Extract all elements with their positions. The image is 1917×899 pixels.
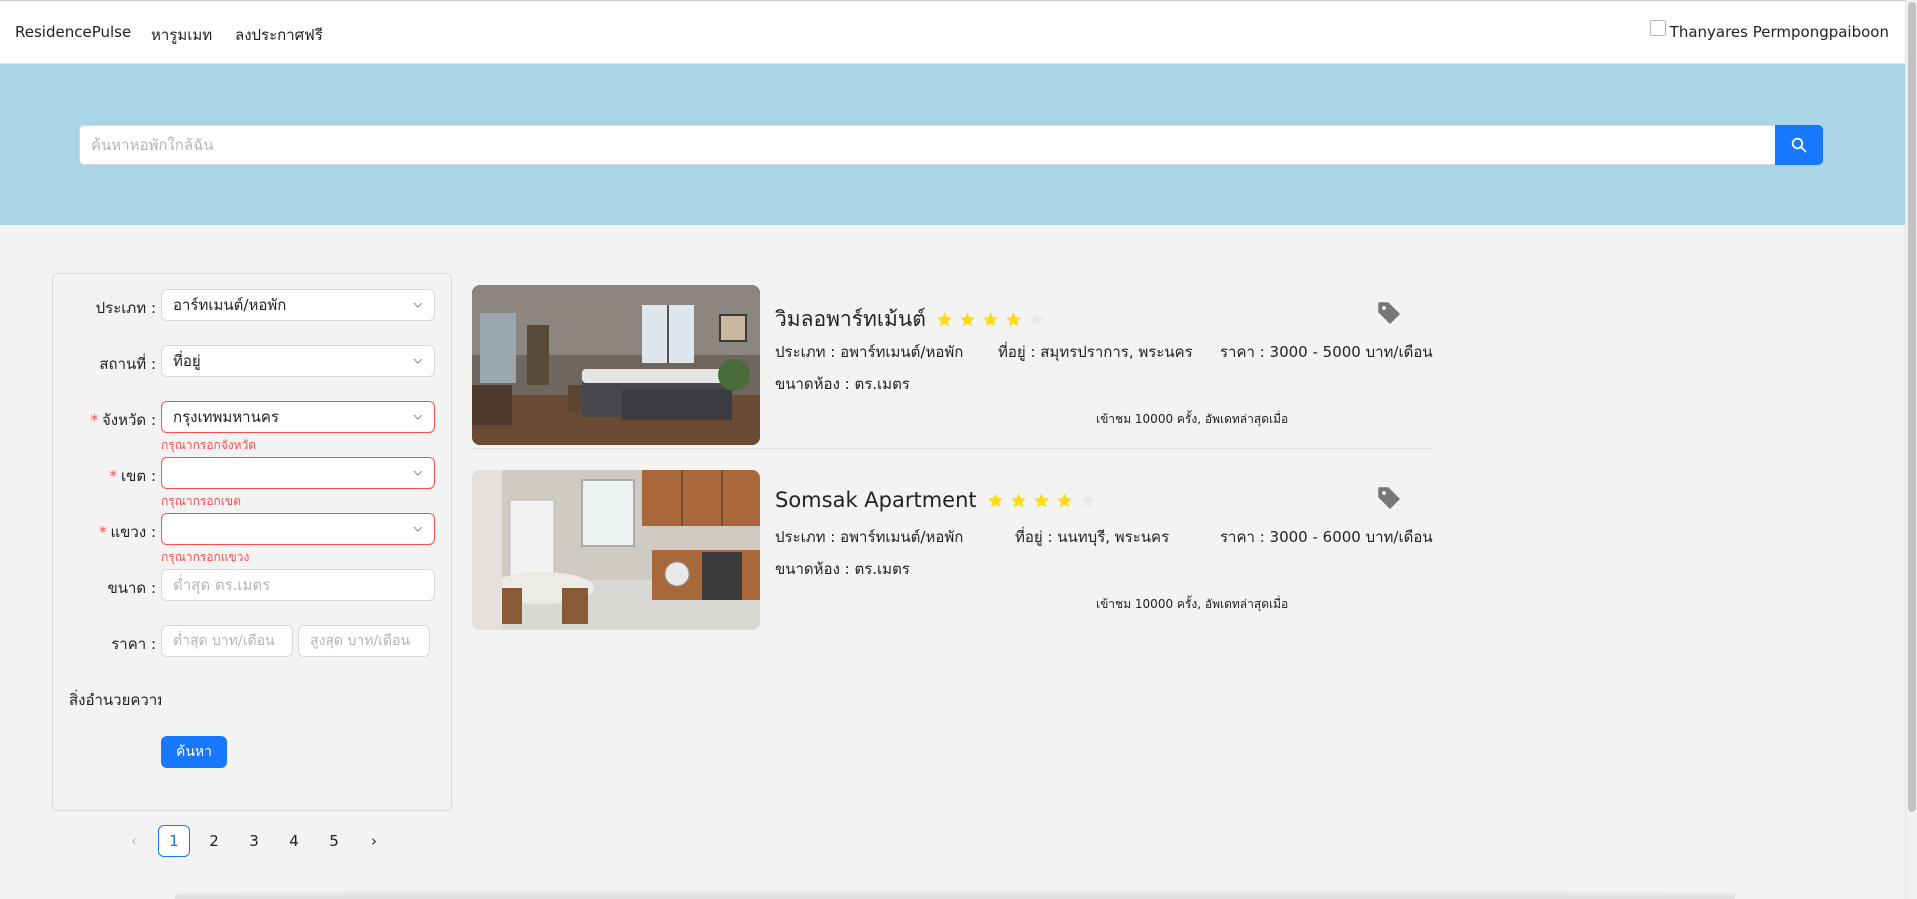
- page-5-button[interactable]: 5: [318, 825, 350, 857]
- avatar: [1649, 20, 1666, 36]
- listing-address: ที่อยู่ : นนทบุรี, พระนคร: [1015, 528, 1170, 546]
- rating-stars: [936, 311, 1045, 328]
- footer-shadow: [175, 889, 1735, 899]
- province-select[interactable]: กรุงเทพมหานคร: [161, 401, 435, 433]
- submit-search-button[interactable]: ค้นหา: [161, 736, 228, 768]
- province-select-value: กรุงเทพมหานคร: [173, 408, 279, 426]
- subdistrict-label: * แขวง :: [99, 523, 156, 541]
- top-navbar: ResidencePulse หารูมเมท ลงประกาศฟรี Than…: [0, 0, 1905, 64]
- listing-price: ราคา : 3000 - 5000 บาท/เดือน: [1220, 343, 1433, 361]
- amenities-label: สิ่งอำนวยความสะดวก: [69, 691, 161, 709]
- listing-title[interactable]: วิมลอพาร์ทเม้นต์: [775, 303, 926, 336]
- kitchen-photo[interactable]: [472, 470, 760, 630]
- subdistrict-select[interactable]: [161, 513, 435, 545]
- listing-type: ประเภท : อพาร์ทเมนต์/หอพัก: [775, 343, 964, 361]
- next-page-button[interactable]: ›: [358, 825, 390, 857]
- price-tag-icon[interactable]: [1376, 485, 1402, 511]
- rating-stars: [987, 492, 1096, 509]
- listing-title[interactable]: Somsak Apartment: [775, 488, 977, 512]
- type-select-value: อาร์ทเมนต์/หอพัก: [173, 296, 287, 314]
- price-tag-icon[interactable]: [1376, 300, 1402, 326]
- place-label: สถานที่ :: [99, 355, 156, 373]
- listing-address: ที่อยู่ : สมุทรปราการ, พระนคร: [998, 343, 1193, 361]
- page-scrollbar[interactable]: [1905, 0, 1917, 899]
- hero-search-section: [0, 64, 1905, 225]
- chevron-down-icon: [413, 470, 423, 476]
- place-select-value: ที่อยู่: [173, 352, 201, 370]
- chevron-down-icon: [413, 414, 423, 420]
- star-icon: [1056, 492, 1072, 507]
- star-icon: [959, 312, 975, 327]
- listing-size: ขนาดห้อง : ตร.เมตร: [775, 375, 910, 393]
- user-name: Thanyares Permpongpaiboon: [1669, 23, 1889, 41]
- search-bar: [79, 125, 1823, 165]
- star-icon: [1033, 492, 1049, 507]
- page-1-button[interactable]: 1: [158, 825, 190, 857]
- nav-post-free[interactable]: ลงประกาศฟรี: [235, 23, 323, 47]
- district-select[interactable]: [161, 457, 435, 489]
- star-empty-icon: [1028, 312, 1044, 327]
- price-max-input[interactable]: [298, 625, 430, 657]
- filter-panel: ประเภท : อาร์ทเมนต์/หอพัก สถานที่ : ที่อ…: [52, 273, 452, 811]
- search-input[interactable]: [79, 125, 1775, 165]
- user-menu[interactable]: Thanyares Permpongpaiboon: [1649, 20, 1889, 41]
- page-4-button[interactable]: 4: [278, 825, 310, 857]
- star-icon: [1005, 312, 1021, 327]
- listing-size: ขนาดห้อง : ตร.เมตร: [775, 560, 910, 578]
- price-min-input[interactable]: [161, 625, 293, 657]
- search-icon: [1791, 137, 1807, 153]
- star-icon: [1010, 492, 1026, 507]
- size-label: ขนาด :: [107, 579, 157, 597]
- size-input[interactable]: [161, 569, 435, 601]
- chevron-down-icon: [413, 302, 423, 308]
- province-error: กรุณากรอกจังหวัด: [161, 438, 257, 452]
- star-empty-icon: [1079, 492, 1095, 507]
- listing-title-line: Somsak Apartment: [775, 488, 1096, 512]
- page-3-button[interactable]: 3: [238, 825, 270, 857]
- chevron-down-icon: [413, 526, 423, 532]
- page-2-button[interactable]: 2: [198, 825, 230, 857]
- type-select[interactable]: อาร์ทเมนต์/หอพัก: [161, 289, 435, 321]
- place-select[interactable]: ที่อยู่: [161, 345, 435, 377]
- type-label: ประเภท :: [95, 299, 156, 317]
- star-icon: [987, 492, 1003, 507]
- listing-card[interactable]: Somsak Apartment ประเภท : อพาร์ทเมนต์/หอ…: [472, 459, 1433, 634]
- listing-views: เข้าชม 10000 ครั้ง, อัพเดทล่าสุดเมื่อ: [1096, 412, 1289, 426]
- listing-title-line: วิมลอพาร์ทเม้นต์: [775, 303, 1045, 336]
- scrollbar-thumb[interactable]: [1908, 2, 1916, 812]
- star-icon: [982, 312, 998, 327]
- listing-card[interactable]: วิมลอพาร์ทเม้นต์ ประเภท : อพาร์ทเมนต์/หอ…: [472, 274, 1433, 449]
- subdistrict-error: กรุณากรอกแขวง: [161, 550, 250, 564]
- listing-views: เข้าชม 10000 ครั้ง, อัพเดทล่าสุดเมื่อ: [1096, 597, 1289, 611]
- star-icon: [936, 312, 952, 327]
- nav-find-roommate[interactable]: หารูมเมท: [151, 23, 212, 47]
- listing-type: ประเภท : อพาร์ทเมนต์/หอพัก: [775, 528, 964, 546]
- price-label: ราคา :: [111, 635, 156, 653]
- listing-price: ราคา : 3000 - 6000 บาท/เดือน: [1220, 528, 1433, 546]
- brand-link[interactable]: ResidencePulse: [15, 23, 131, 41]
- province-label: * จังหวัด :: [90, 411, 157, 429]
- district-error: กรุณากรอกเขต: [161, 494, 241, 508]
- district-label: * เขต :: [109, 467, 156, 485]
- chevron-down-icon: [413, 358, 423, 364]
- prev-page-button[interactable]: ‹: [118, 825, 150, 857]
- bedroom-photo[interactable]: [472, 285, 760, 445]
- search-button[interactable]: [1775, 125, 1823, 165]
